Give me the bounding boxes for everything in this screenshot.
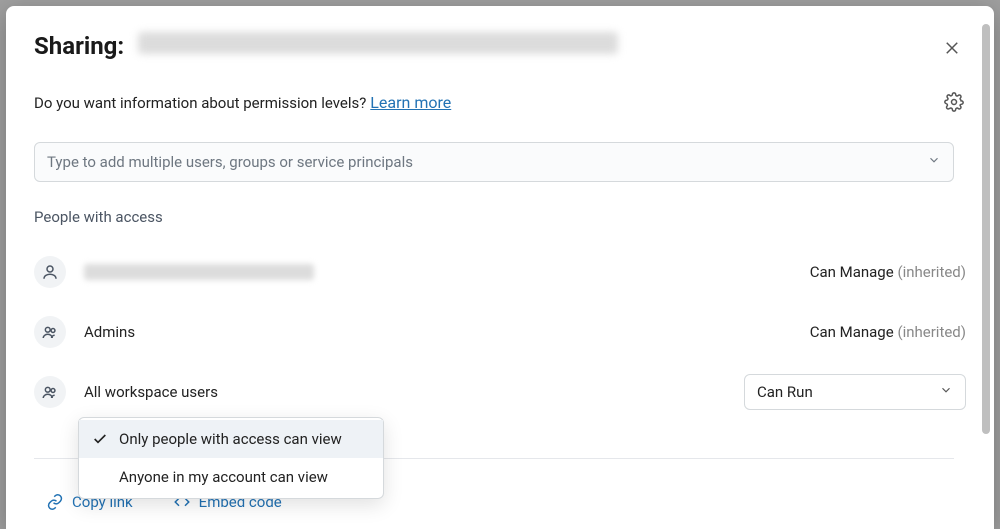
- permission-select-value: Can Run: [757, 383, 813, 401]
- link-icon: [46, 493, 64, 511]
- permission-label: Can Manage (inherited): [810, 323, 966, 341]
- view-scope-option-label: Anyone in my account can view: [119, 468, 328, 486]
- chevron-down-icon: [939, 383, 953, 401]
- view-scope-dropdown: Only people with access can view Anyone …: [78, 417, 384, 499]
- view-scope-option-label: Only people with access can view: [119, 430, 342, 448]
- modal-title-redacted: [138, 32, 618, 54]
- permission-select[interactable]: Can Run: [744, 374, 966, 410]
- sharing-modal: Sharing: Do you want information about p…: [6, 6, 994, 529]
- learn-more-link[interactable]: Learn more: [370, 93, 451, 112]
- avatar: [34, 256, 66, 288]
- principal-name: Admins: [84, 323, 135, 341]
- view-scope-option-account[interactable]: Anyone in my account can view: [79, 458, 383, 496]
- gear-icon: [944, 92, 964, 112]
- access-row: All workspace users Can Run: [34, 362, 966, 422]
- close-icon: [943, 39, 961, 57]
- group-icon: [41, 323, 59, 341]
- avatar: [34, 376, 66, 408]
- modal-title: Sharing:: [34, 32, 124, 60]
- view-scope-option-restricted[interactable]: Only people with access can view: [79, 420, 383, 458]
- permission-info-text: Do you want information about permission…: [34, 94, 366, 112]
- add-principals-input[interactable]: Type to add multiple users, groups or se…: [34, 142, 954, 182]
- principal-name: All workspace users: [84, 383, 218, 401]
- scrollbar[interactable]: [982, 24, 990, 434]
- group-icon: [41, 383, 59, 401]
- add-principals-placeholder: Type to add multiple users, groups or se…: [47, 153, 413, 171]
- settings-button[interactable]: [942, 90, 966, 114]
- access-row: Can Manage (inherited): [34, 242, 966, 302]
- person-icon: [41, 263, 59, 281]
- permission-label: Can Manage (inherited): [810, 263, 966, 281]
- avatar: [34, 316, 66, 348]
- check-icon: [91, 430, 109, 448]
- chevron-down-icon: [927, 153, 941, 171]
- people-with-access-label: People with access: [34, 208, 966, 226]
- principal-name-redacted: [84, 264, 314, 280]
- spacer: [91, 468, 109, 486]
- access-row: Admins Can Manage (inherited): [34, 302, 966, 362]
- close-button[interactable]: [938, 34, 966, 62]
